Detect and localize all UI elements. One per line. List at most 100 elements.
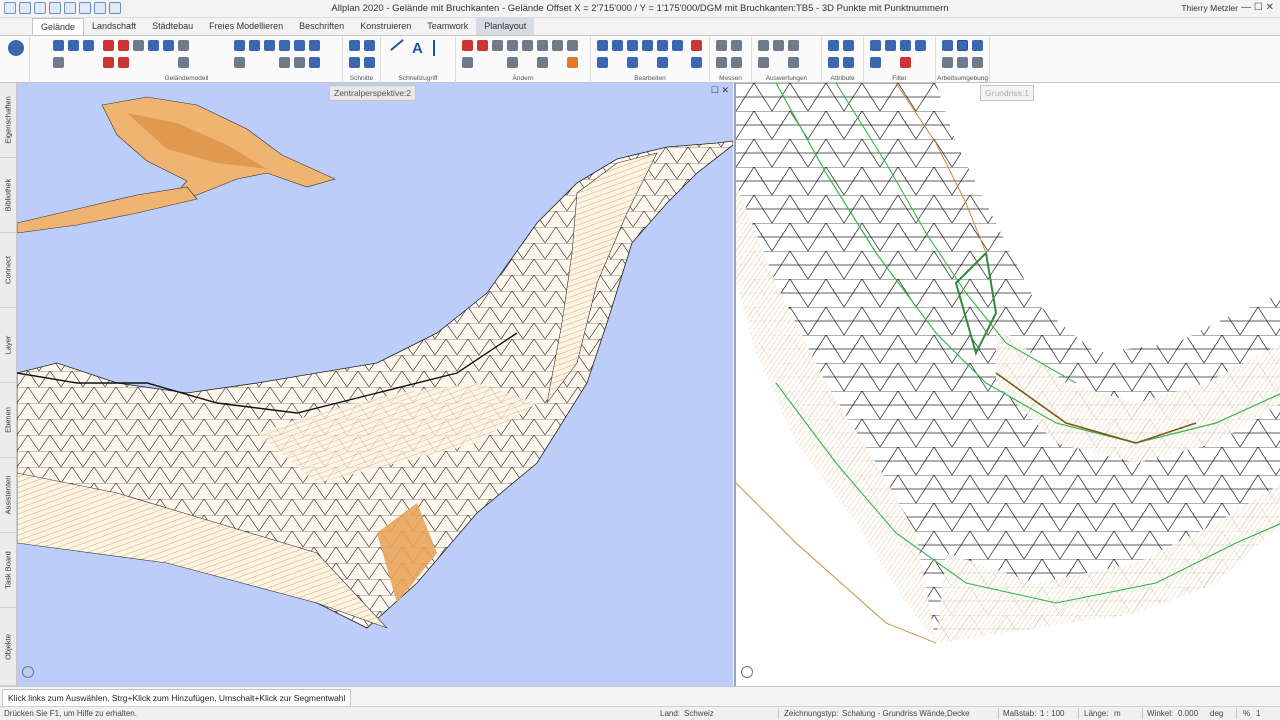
tab-gelaende[interactable]: Gelände bbox=[32, 18, 85, 35]
app-menu-icon[interactable] bbox=[8, 40, 24, 56]
dimension-icon[interactable] bbox=[433, 40, 435, 56]
viewport-plan[interactable]: Grundriss:1 bbox=[734, 83, 1280, 686]
legend-icon[interactable] bbox=[758, 57, 769, 68]
user-name[interactable]: Thierry Metzler bbox=[1181, 3, 1238, 13]
measure-volume-icon[interactable] bbox=[731, 57, 742, 68]
properties-icon[interactable] bbox=[691, 57, 702, 68]
attribute-icon[interactable] bbox=[828, 40, 839, 51]
edit-icon[interactable] bbox=[133, 40, 144, 51]
filter-type-icon[interactable] bbox=[915, 40, 926, 51]
tab-beschriften[interactable]: Beschriften bbox=[291, 18, 352, 35]
mesh-icon[interactable] bbox=[148, 40, 159, 51]
cut-icon[interactable] bbox=[477, 40, 488, 51]
filter-icon[interactable] bbox=[870, 40, 881, 51]
list-icon[interactable] bbox=[773, 40, 784, 51]
erase-icon[interactable] bbox=[691, 40, 702, 51]
measure-angle-icon[interactable] bbox=[731, 40, 742, 51]
report-icon[interactable] bbox=[758, 40, 769, 51]
triangulate-icon[interactable] bbox=[163, 40, 174, 51]
match-icon[interactable] bbox=[672, 40, 683, 51]
offset-icon[interactable] bbox=[567, 40, 578, 51]
sidebar-tab-objekte[interactable]: Objekte bbox=[0, 608, 16, 686]
split-icon[interactable] bbox=[537, 57, 548, 68]
mirror-icon[interactable] bbox=[537, 40, 548, 51]
tab-freies-modellieren[interactable]: Freies Modellieren bbox=[201, 18, 291, 35]
viewport-icon[interactable] bbox=[957, 40, 968, 51]
tab-planlayout[interactable]: Planlayout bbox=[476, 18, 535, 35]
attach-icon[interactable] bbox=[309, 57, 320, 68]
rotate-icon[interactable] bbox=[522, 40, 533, 51]
copy-paste-icon[interactable] bbox=[597, 40, 608, 51]
trim-icon[interactable] bbox=[462, 57, 473, 68]
measure-area-icon[interactable] bbox=[716, 57, 727, 68]
delete-icon[interactable] bbox=[462, 40, 473, 51]
format-icon[interactable] bbox=[567, 57, 578, 68]
snap-icon[interactable] bbox=[942, 57, 953, 68]
breakline-icon[interactable] bbox=[178, 40, 189, 51]
refresh-icon[interactable] bbox=[234, 40, 245, 51]
section-icon[interactable] bbox=[349, 40, 360, 51]
import-icon[interactable] bbox=[294, 57, 305, 68]
measure-distance-icon[interactable] bbox=[716, 40, 727, 51]
transfer-icon[interactable] bbox=[249, 40, 260, 51]
terrain-point-icon[interactable] bbox=[53, 40, 64, 51]
workspace-icon[interactable] bbox=[942, 40, 953, 51]
sidebar-tab-assistenten[interactable]: Assistenten bbox=[0, 458, 16, 533]
winkel-value[interactable]: 0.000 bbox=[1178, 709, 1198, 718]
land-value[interactable]: Schweiz bbox=[684, 709, 714, 718]
tab-konstruieren[interactable]: Konstruieren bbox=[352, 18, 419, 35]
group-icon[interactable] bbox=[627, 40, 638, 51]
section-copy-icon[interactable] bbox=[364, 57, 375, 68]
viewport-perspective[interactable]: Zentralperspektive:2 ☐ ✕ bbox=[17, 83, 733, 686]
section-view-icon[interactable] bbox=[364, 40, 375, 51]
grid-settings-icon[interactable] bbox=[957, 57, 968, 68]
filter-pen-icon[interactable] bbox=[885, 40, 896, 51]
winkel-unit[interactable]: deg bbox=[1210, 709, 1223, 718]
align-icon[interactable] bbox=[657, 40, 668, 51]
join-icon[interactable] bbox=[507, 57, 518, 68]
section-edit-icon[interactable] bbox=[349, 57, 360, 68]
navigation-icon-plan[interactable] bbox=[741, 666, 753, 678]
tab-landschaft[interactable]: Landschaft bbox=[84, 18, 144, 35]
grid-icon[interactable] bbox=[309, 40, 320, 51]
points-icon[interactable] bbox=[53, 57, 64, 68]
navigation-icon[interactable] bbox=[22, 666, 34, 678]
sidebar-tab-ebenen[interactable]: Ebenen bbox=[0, 383, 16, 458]
attribute-edit-icon[interactable] bbox=[843, 40, 854, 51]
move-icon[interactable] bbox=[507, 40, 518, 51]
filter-color-icon[interactable] bbox=[870, 57, 881, 68]
modify-icon[interactable] bbox=[178, 57, 189, 68]
tab-staedtebau[interactable]: Städtebau bbox=[144, 18, 201, 35]
remove-icon[interactable] bbox=[103, 57, 114, 68]
terrain-perspective-render[interactable] bbox=[17, 83, 733, 686]
terrain-plan-render[interactable] bbox=[736, 83, 1280, 686]
sidebar-tab-connect[interactable]: Connect bbox=[0, 233, 16, 308]
attribute-delete-icon[interactable] bbox=[843, 57, 854, 68]
text-icon[interactable]: A bbox=[412, 40, 423, 57]
sidebar-tab-task-board[interactable]: Task Board bbox=[0, 533, 16, 608]
laenge-value[interactable]: m bbox=[1114, 709, 1121, 718]
attribute-copy-icon[interactable] bbox=[828, 57, 839, 68]
remove-all-icon[interactable] bbox=[118, 57, 129, 68]
terrain-area-icon[interactable] bbox=[83, 40, 94, 51]
massstab-value[interactable]: 1 : 100 bbox=[1040, 709, 1064, 718]
zeichnungstyp-value[interactable]: Schalung - Grundriss Wände,Decke bbox=[842, 709, 970, 718]
viewport-controls[interactable]: ☐ ✕ bbox=[711, 85, 729, 96]
sidebar-tab-layer[interactable]: Layer bbox=[0, 308, 16, 383]
filter-layer-icon[interactable] bbox=[900, 40, 911, 51]
scale-icon[interactable] bbox=[657, 57, 668, 68]
delete-terrain-icon[interactable] bbox=[103, 40, 114, 51]
quantity-icon[interactable] bbox=[788, 40, 799, 51]
transfer-layer-icon[interactable] bbox=[612, 40, 623, 51]
extend-icon[interactable] bbox=[279, 40, 290, 51]
terrain-line-icon[interactable] bbox=[68, 40, 79, 51]
delete-point-icon[interactable] bbox=[118, 40, 129, 51]
table-icon[interactable] bbox=[788, 57, 799, 68]
line-icon[interactable] bbox=[390, 39, 404, 51]
export-icon[interactable] bbox=[279, 57, 290, 68]
ungroup-icon[interactable] bbox=[642, 40, 653, 51]
connect-icon[interactable] bbox=[264, 40, 275, 51]
sidebar-tab-bibliothek[interactable]: Bibliothek bbox=[0, 158, 16, 233]
layout-icon[interactable] bbox=[972, 40, 983, 51]
window-controls[interactable]: — ☐ ✕ bbox=[1241, 2, 1274, 13]
